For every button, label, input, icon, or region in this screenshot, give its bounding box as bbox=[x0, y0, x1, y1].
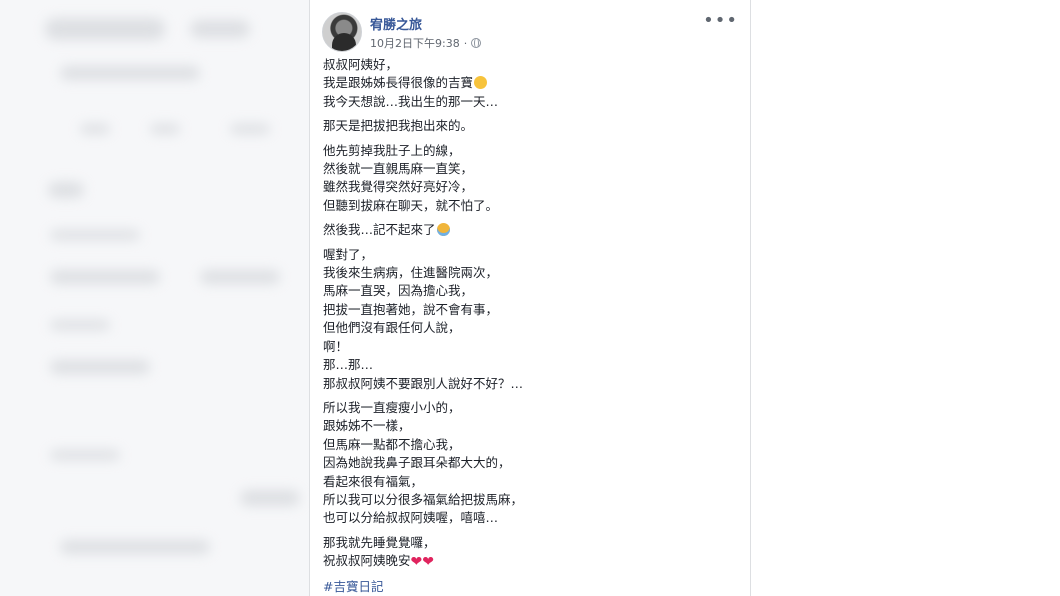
text-line: 所以我可以分很多福氣給把拔馬麻， bbox=[323, 491, 524, 507]
post-header: 宥勝之旅 10月2日下午9:38 · ••• bbox=[322, 12, 738, 56]
text-line: 他先剪掉我肚子上的線， bbox=[323, 142, 461, 158]
text-line: 那叔叔阿姨不要跟別人說好不好？… bbox=[323, 375, 524, 391]
post-timestamp[interactable]: 10月2日下午9:38 bbox=[370, 35, 460, 51]
text-line: 啊！ bbox=[323, 338, 349, 354]
post-text: 叔叔阿姨好， 我是跟姊姊長得很像的吉寶 我今天想說…我出生的那一天… 那天是把拔… bbox=[323, 56, 738, 596]
post-meta: 10月2日下午9:38 · bbox=[370, 35, 482, 51]
text-line: 然後我…記不起來了 bbox=[323, 221, 738, 239]
paragraph: #吉寶日記 bbox=[323, 578, 738, 596]
paragraph: 叔叔阿姨好， 我是跟姊姊長得很像的吉寶 我今天想說…我出生的那一天… bbox=[323, 56, 738, 111]
text-line: 把拔一直抱著她，說不會有事， bbox=[323, 301, 499, 317]
right-margin bbox=[752, 0, 1060, 596]
text-line: 看起來很有福氣， bbox=[323, 473, 424, 489]
text-line: 但聽到拔麻在聊天，就不怕了。 bbox=[323, 197, 499, 213]
text-line: 我是跟姊姊長得很像的吉寶 bbox=[323, 74, 738, 92]
text-line: 雖然我覺得突然好亮好冷， bbox=[323, 179, 474, 195]
post-card: 宥勝之旅 10月2日下午9:38 · ••• 叔叔阿姨好， 我是跟姊姊長得很像的… bbox=[309, 0, 751, 596]
text-line: 然後就一直親馬麻一直笑， bbox=[323, 161, 474, 177]
heart-icon: ❤ bbox=[410, 554, 423, 571]
text-line: 祝叔叔阿姨晚安❤❤ bbox=[323, 553, 434, 571]
smiling-face-emoji-icon bbox=[474, 76, 488, 90]
author-name[interactable]: 宥勝之旅 bbox=[370, 14, 422, 33]
heart-icon: ❤ bbox=[422, 554, 434, 571]
paragraph: 喔對了， 我後來生病病，住進醫院兩次， 馬麻一直哭，因為擔心我， 把拔一直抱著她… bbox=[323, 246, 738, 393]
more-options-icon[interactable]: ••• bbox=[703, 12, 738, 30]
text-line: 跟姊姊不一樣， bbox=[323, 418, 411, 434]
text-line: 喔對了， bbox=[323, 246, 374, 262]
text-line: 叔叔阿姨好， bbox=[323, 57, 399, 72]
paragraph: 然後我…記不起來了 bbox=[323, 221, 738, 239]
text-line: 因為她說我鼻子跟耳朵都大大的， bbox=[323, 455, 511, 471]
paragraph: 那我就先睡覺覺囉， 祝叔叔阿姨晚安❤❤ bbox=[323, 534, 738, 572]
text-line: 那我就先睡覺覺囉， bbox=[323, 534, 436, 550]
text-line: 馬麻一直哭，因為擔心我， bbox=[323, 283, 474, 299]
text-line: 但馬麻一點都不擔心我， bbox=[323, 436, 461, 452]
globe-icon[interactable] bbox=[471, 38, 482, 48]
paragraph: 所以我一直瘦瘦小小的， 跟姊姊不一樣， 但馬麻一點都不擔心我， 因為她說我鼻子跟… bbox=[323, 399, 738, 528]
avatar[interactable] bbox=[322, 12, 362, 52]
text-line: 所以我一直瘦瘦小小的， bbox=[323, 399, 461, 415]
hashtag-link[interactable]: #吉寶日記 bbox=[323, 578, 738, 596]
blurred-background-feed bbox=[0, 0, 310, 596]
paragraph: 那天是把拔把我抱出來的。 bbox=[323, 117, 738, 135]
text-line: 我今天想說…我出生的那一天… bbox=[323, 93, 499, 109]
sad-face-emoji-icon bbox=[436, 223, 450, 237]
text-line: 我後來生病病，住進醫院兩次， bbox=[323, 265, 499, 281]
text-line: 那天是把拔把我抱出來的。 bbox=[323, 118, 474, 134]
text-line: 但他們沒有跟任何人說， bbox=[323, 320, 461, 336]
text-line: 那…那… bbox=[323, 357, 374, 373]
paragraph: 他先剪掉我肚子上的線， 然後就一直親馬麻一直笑， 雖然我覺得突然好亮好冷， 但聽… bbox=[323, 142, 738, 216]
meta-separator: · bbox=[463, 36, 468, 50]
text-line: 也可以分給叔叔阿姨喔，嘻嘻… bbox=[323, 510, 499, 526]
